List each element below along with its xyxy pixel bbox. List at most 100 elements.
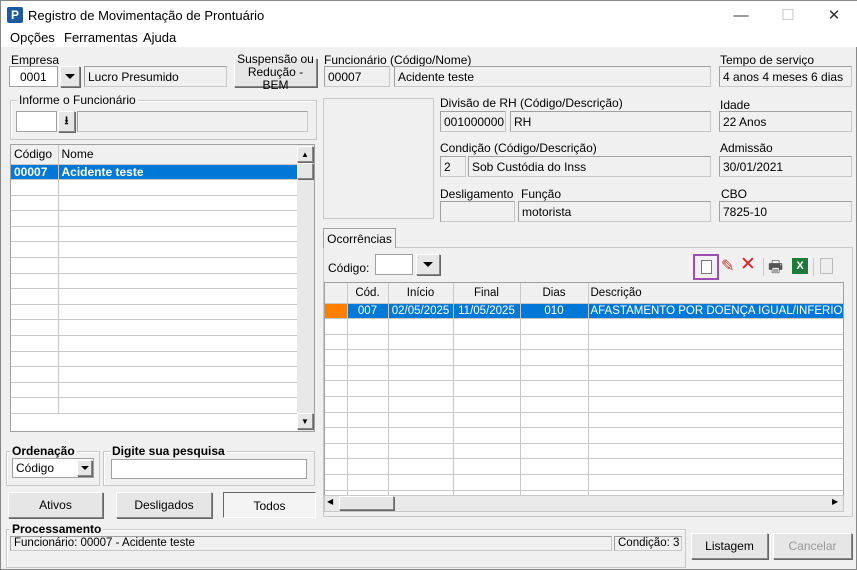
empresa-label: Empresa xyxy=(11,53,60,67)
codigo-dropdown-button[interactable] xyxy=(416,254,440,275)
print-icon[interactable]: 🖶 xyxy=(768,256,783,283)
informe-funcionario-input[interactable] xyxy=(16,111,57,132)
scroll-thumb[interactable] xyxy=(339,496,394,510)
empty-row xyxy=(11,351,298,368)
download-arrow-icon[interactable]: ⭳ xyxy=(58,111,75,132)
ordenacao-dropdown[interactable] xyxy=(77,460,92,476)
edit-pencil-icon[interactable]: ✎ xyxy=(721,256,734,276)
employee-photo xyxy=(323,98,434,219)
title-bar: P Registro de Movimentação de Prontuário… xyxy=(1,1,857,29)
condicao-code-field: 2 xyxy=(440,156,466,177)
col-cod-header[interactable]: Cód. xyxy=(347,283,389,304)
empty-row xyxy=(325,458,843,476)
col-final-header[interactable]: Final xyxy=(453,283,521,304)
tempo-servico-field: 4 anos 4 meses 6 dias xyxy=(719,66,852,87)
empty-row xyxy=(11,226,298,243)
empty-row xyxy=(11,210,298,227)
scroll-left-icon[interactable]: ◀ xyxy=(327,497,333,506)
divisao-code-field: 001000000 xyxy=(440,111,506,132)
vertical-scrollbar[interactable]: ▲ ▼ xyxy=(297,145,314,431)
empty-row xyxy=(11,304,298,321)
funcionario-name-field: Acidente teste xyxy=(394,66,711,87)
empty-row xyxy=(325,427,843,444)
empty-row xyxy=(325,474,843,491)
col-nome-header[interactable]: Nome xyxy=(58,145,298,165)
empty-row xyxy=(11,241,298,259)
pesquisa-input[interactable] xyxy=(111,459,307,479)
app-logo-icon: P xyxy=(7,7,23,23)
col-inicio-header[interactable]: Início xyxy=(388,283,454,304)
scroll-right-icon[interactable]: ▶ xyxy=(832,497,838,506)
employee-row[interactable]: 00007 Acidente teste xyxy=(11,164,298,181)
empty-row xyxy=(11,319,298,337)
cancelar-button[interactable]: Cancelar xyxy=(773,533,852,559)
horizontal-scrollbar[interactable]: ◀ ▶ xyxy=(324,495,844,512)
processamento-status: Funcionário: 00007 - Acidente teste xyxy=(10,536,612,551)
desligados-button[interactable]: Desligados xyxy=(116,492,212,518)
divisao-label: Divisão de RH (Código/Descrição) xyxy=(440,96,623,110)
processamento-label: Processamento xyxy=(10,522,104,536)
ordenacao-select[interactable]: Código xyxy=(12,458,94,478)
ordenacao-label: Ordenação xyxy=(10,444,77,458)
scroll-up-icon[interactable]: ▲ xyxy=(297,146,313,162)
idade-field: 22 Anos xyxy=(719,111,852,132)
occurrence-cod: 007 xyxy=(347,303,389,320)
empresa-dropdown-button[interactable] xyxy=(60,66,80,87)
empty-row xyxy=(325,396,843,413)
minimize-button[interactable]: — xyxy=(718,1,764,29)
excel-export-icon[interactable]: X xyxy=(792,258,808,274)
new-document-icon xyxy=(700,260,712,274)
maximize-button[interactable]: ☐ xyxy=(765,1,811,29)
occurrences-grid[interactable]: Cód. Início Final Dias Descrição 007 02/… xyxy=(324,282,844,496)
informe-label: Informe o Funcionário xyxy=(17,93,138,107)
occurrence-dias: 010 xyxy=(520,303,589,320)
pesquisa-label: Digite sua pesquisa xyxy=(110,444,227,458)
desligamento-field xyxy=(440,201,515,222)
tab-ocorrencias[interactable]: Ocorrências xyxy=(323,228,396,248)
menu-ferramentas[interactable]: Ferramentas xyxy=(64,30,138,45)
occurrence-descricao: AFASTAMENTO POR DOENÇA IGUAL/INFERIOR 15… xyxy=(588,303,843,320)
idade-label: Idade xyxy=(720,98,751,112)
processamento-condicao: Condição: 3 xyxy=(614,536,682,551)
condicao-desc-field: Sob Custódia do Inss xyxy=(468,156,711,177)
toolbar-separator xyxy=(763,258,764,276)
toolbar-separator xyxy=(813,258,814,276)
col-descricao-header[interactable]: Descrição xyxy=(588,283,843,304)
col-codigo-header[interactable]: Código xyxy=(11,145,59,165)
codigo-input[interactable] xyxy=(375,254,413,275)
empty-row xyxy=(11,179,298,196)
desligamento-label: Desligamento xyxy=(440,187,514,201)
row-indicator xyxy=(325,303,348,320)
col-dias-header[interactable]: Dias xyxy=(520,283,589,304)
funcao-field: motorista xyxy=(518,201,711,222)
listagem-button[interactable]: Listagem xyxy=(691,533,768,559)
admissao-label: Admissão xyxy=(720,141,773,155)
ativos-button[interactable]: Ativos xyxy=(8,492,103,518)
ordenacao-value: Código xyxy=(16,461,55,475)
funcionario-code-field: 00007 xyxy=(324,66,390,87)
empty-row xyxy=(11,382,298,399)
todos-button[interactable]: Todos xyxy=(223,492,316,518)
suspensao-reducao-button[interactable]: Suspensão ou Redução - BEM xyxy=(234,53,317,92)
delete-icon[interactable]: ✕ xyxy=(740,255,756,275)
employee-list[interactable]: Código Nome 00007 Acidente teste ▲ ▼ xyxy=(10,144,315,432)
divisao-desc-field: RH xyxy=(510,111,711,132)
employee-name: Acidente teste xyxy=(58,164,298,181)
occurrence-row[interactable]: 007 02/05/2025 11/05/2025 010 AFASTAMENT… xyxy=(325,303,843,320)
empty-row xyxy=(325,380,843,398)
scroll-down-icon[interactable]: ▼ xyxy=(297,413,313,429)
empty-row xyxy=(325,412,843,429)
report-preview-icon xyxy=(820,258,833,274)
empresa-code-input[interactable]: 0001 xyxy=(9,66,58,87)
new-button[interactable] xyxy=(693,254,719,280)
window-title: Registro de Movimentação de Prontuário xyxy=(28,8,265,23)
funcionario-label: Funcionário (Código/Nome) xyxy=(324,53,472,67)
close-button[interactable]: ✕ xyxy=(811,1,857,29)
empty-row xyxy=(11,257,298,274)
informe-name-field xyxy=(77,111,308,132)
codigo-label: Código: xyxy=(328,261,370,275)
scroll-thumb[interactable] xyxy=(297,163,313,179)
menu-opcoes[interactable]: Opções xyxy=(10,30,55,45)
menu-ajuda[interactable]: Ajuda xyxy=(143,30,176,45)
tempo-servico-label: Tempo de serviço xyxy=(720,53,815,67)
